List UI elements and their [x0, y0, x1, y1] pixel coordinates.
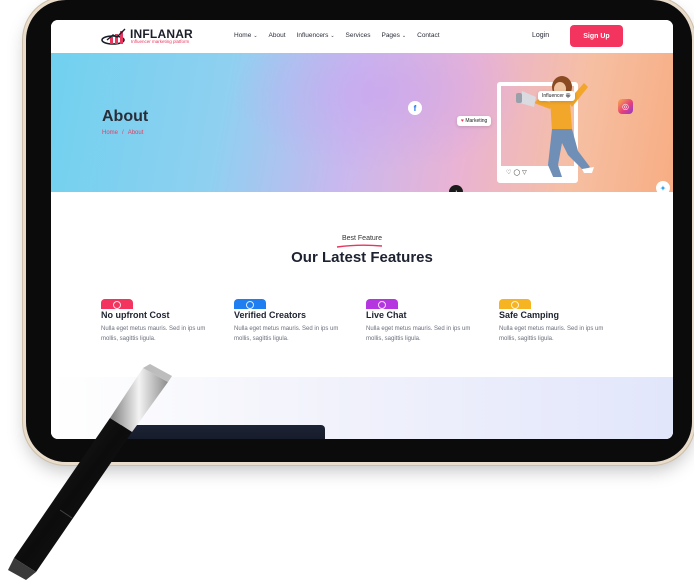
influencer-tag: Influencer 😀 [538, 91, 575, 101]
nav-home-label: Home [234, 32, 252, 39]
breadcrumb-home[interactable]: Home [102, 130, 118, 136]
brand-logo[interactable]: INFLANAR Influencer marketing platform [101, 27, 201, 47]
marketing-tag-label: Marketing [465, 118, 488, 124]
feature-title: Safe Camping [499, 310, 560, 320]
brand-tagline: Influencer marketing platform [131, 39, 190, 44]
feature-text: Nulla eget metus mauris. Sed in ips um m… [101, 326, 206, 342]
twitter-icon: ✦ [656, 181, 670, 192]
chevron-down-icon: ⌄ [253, 32, 258, 39]
influencer-illustration [516, 76, 594, 182]
facebook-icon: f [408, 101, 422, 115]
check-icon [234, 299, 266, 309]
section-title: Our Latest Features [291, 249, 433, 266]
marketing-tag: ♥ Marketing [457, 116, 492, 126]
page-hero: About Home / About ♡◯▽ Influencer 😀 ♥ Ma… [51, 53, 673, 192]
login-link[interactable]: Login [532, 32, 549, 39]
feature-title: Live Chat [366, 310, 407, 320]
nav-services-label: Services [345, 32, 371, 39]
chat-icon [366, 299, 398, 309]
eyebrow-underline [336, 244, 383, 248]
chevron-down-icon: ⌄ [330, 32, 335, 39]
breadcrumb-separator: / [122, 130, 124, 136]
dollar-icon [101, 299, 133, 309]
logo-chart-icon [101, 28, 126, 45]
nav-pages[interactable]: Pages ⌄ [381, 32, 406, 39]
nav-about-label: About [268, 32, 286, 39]
nav-influencers-label: Influencers [296, 32, 329, 39]
nav-home[interactable]: Home ⌄ [234, 32, 258, 39]
nav-contact[interactable]: Contact [417, 32, 439, 39]
feature-title: Verified Creators [234, 310, 307, 320]
nav-about[interactable]: About [269, 32, 286, 39]
signup-button[interactable]: Sign Up [570, 25, 623, 47]
shield-icon [499, 299, 531, 309]
feature-title: No upfront Cost [101, 310, 170, 320]
chevron-down-icon: ⌄ [401, 32, 407, 39]
page-title: About [102, 108, 149, 125]
nav-influencers[interactable]: Influencers ⌄ [297, 32, 335, 39]
main-menu: Home ⌄ About Influencers ⌄ Services Page… [234, 32, 451, 39]
heart-icon: ♥ [461, 118, 464, 124]
nav-services[interactable]: Services [346, 32, 371, 39]
stylus-pen [8, 364, 172, 580]
feature-text: Nulla eget metus mauris. Sed in ips um m… [366, 326, 471, 342]
feature-text: Nulla eget metus mauris. Sed in ips um m… [499, 326, 604, 342]
feature-text: Nulla eget metus mauris. Sed in ips um m… [234, 326, 339, 342]
tiktok-icon: ♪ [449, 185, 463, 192]
breadcrumb: Home / About [102, 130, 143, 136]
nav-contact-label: Contact [417, 32, 440, 39]
nav-pages-label: Pages [381, 32, 400, 39]
instagram-icon: ◎ [618, 99, 633, 114]
breadcrumb-current: About [127, 130, 144, 136]
top-navbar: INFLANAR Influencer marketing platform H… [51, 20, 673, 53]
section-eyebrow: Best Feature [341, 235, 383, 242]
